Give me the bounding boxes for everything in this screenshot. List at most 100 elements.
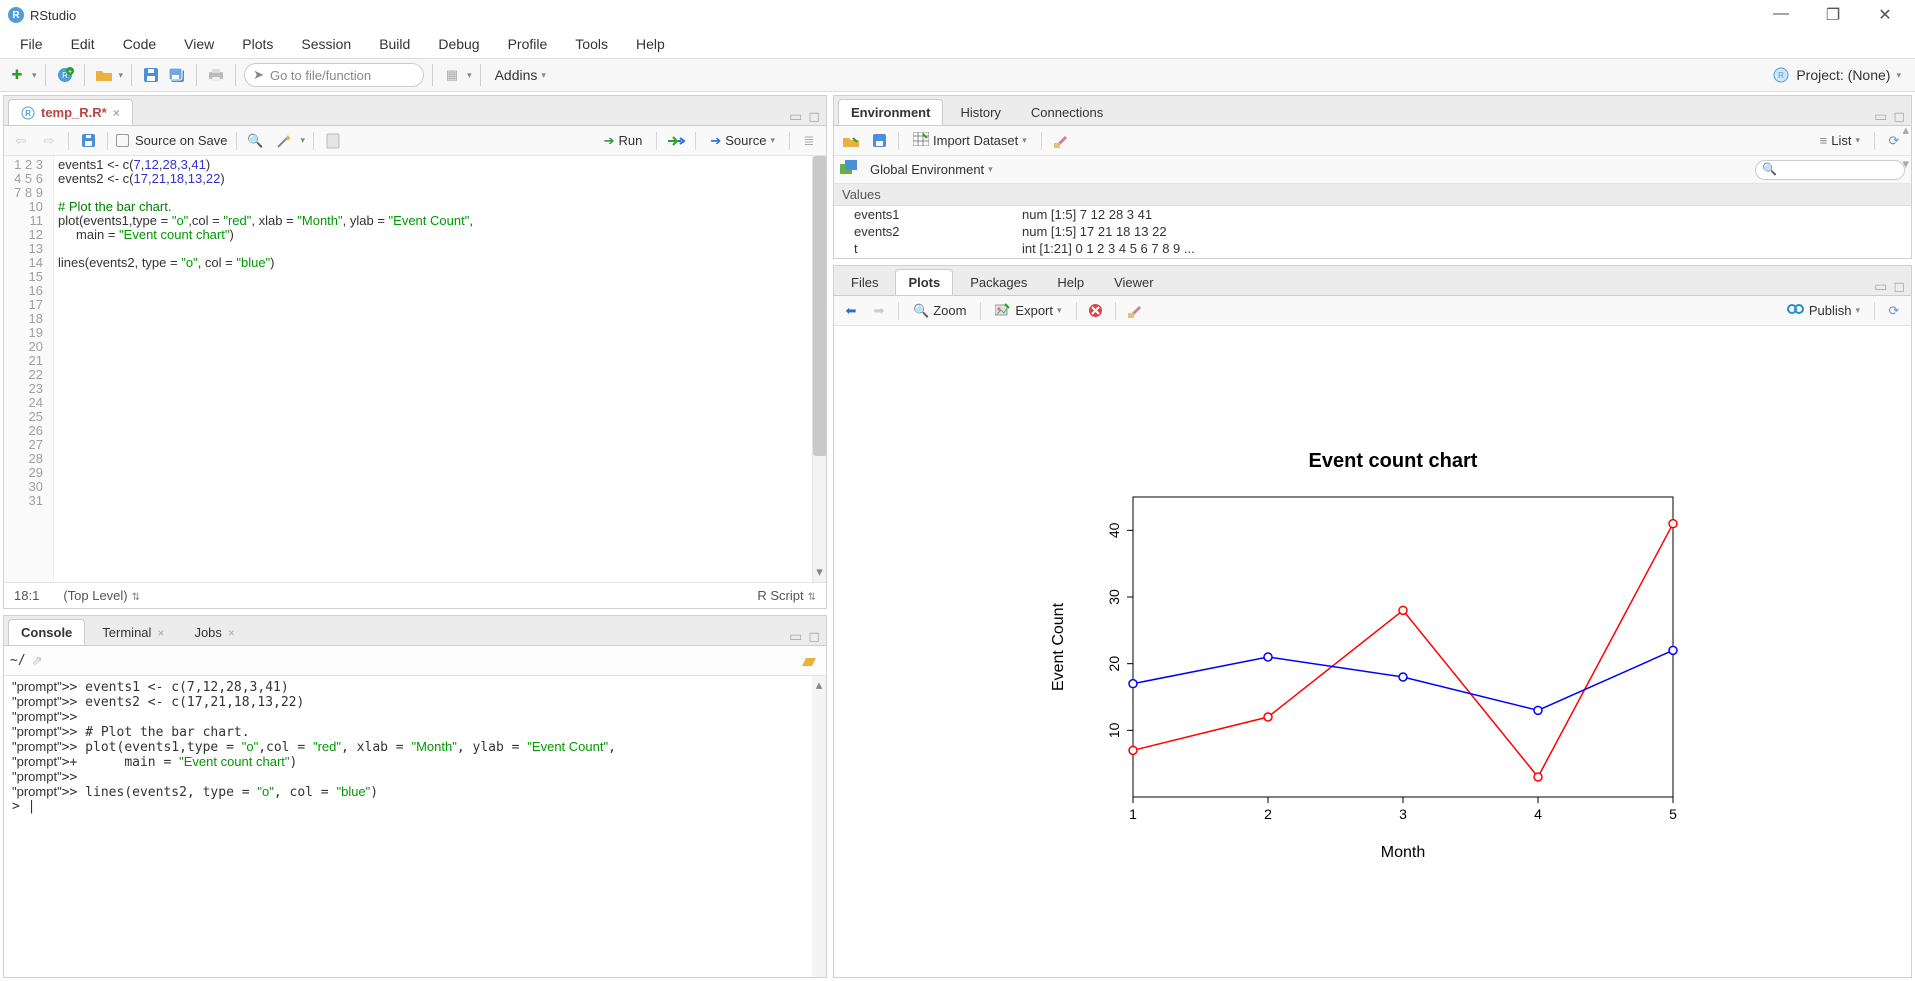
new-project-icon[interactable]: R+ — [54, 64, 76, 86]
cursor-position: 18:1 — [14, 588, 39, 603]
menu-plots[interactable]: Plots — [230, 32, 285, 56]
refresh-plot-icon[interactable]: ⟳ — [1883, 300, 1905, 322]
language-selector[interactable]: R Script⇅ — [757, 588, 816, 603]
menu-session[interactable]: Session — [289, 32, 363, 56]
env-search-input[interactable]: 🔍 — [1755, 160, 1905, 180]
svg-text:1: 1 — [1129, 806, 1137, 822]
back-icon[interactable]: ⇦ — [10, 130, 32, 152]
publish-button[interactable]: Publish ▾ — [1781, 300, 1866, 321]
env-row[interactable]: events2num [1:5] 17 21 18 13 22 — [834, 223, 1911, 240]
svg-text:4: 4 — [1534, 806, 1542, 822]
menu-help[interactable]: Help — [624, 32, 677, 56]
env-tab-connections[interactable]: Connections — [1018, 99, 1116, 125]
save-source-icon[interactable] — [77, 130, 99, 152]
env-row[interactable]: events1num [1:5] 7 12 28 3 41 — [834, 206, 1911, 223]
source-button[interactable]: ➔ Source ▾ — [704, 131, 781, 151]
source-label: Source — [725, 133, 766, 148]
open-file-icon[interactable] — [93, 64, 115, 86]
forward-icon[interactable]: ⇨ — [38, 130, 60, 152]
plot-canvas: Event count chart1020304012345MonthEvent… — [1043, 437, 1703, 867]
wand-icon[interactable] — [273, 130, 295, 152]
clear-console-icon[interactable] — [798, 650, 820, 672]
minimize-button[interactable]: — — [1767, 5, 1795, 25]
menu-code[interactable]: Code — [111, 32, 168, 56]
close-icon[interactable]: × — [157, 626, 164, 640]
r-file-icon: R — [21, 106, 35, 120]
run-label: Run — [619, 133, 643, 148]
next-plot-icon[interactable]: ➡ — [868, 300, 890, 322]
svg-text:Month: Month — [1380, 844, 1424, 861]
menu-view[interactable]: View — [172, 32, 226, 56]
addins-dropdown[interactable]: Addins ▾ — [489, 67, 552, 83]
maximize-pane-icon[interactable]: ◻ — [808, 628, 820, 645]
env-section-header: Values — [834, 184, 1911, 206]
close-button[interactable]: ✕ — [1871, 5, 1899, 25]
zoom-button[interactable]: 🔍 Zoom — [907, 301, 972, 321]
minimize-pane-icon[interactable]: ▭ — [1874, 108, 1887, 125]
menu-build[interactable]: Build — [367, 32, 422, 56]
menu-debug[interactable]: Debug — [426, 32, 491, 56]
source-on-save-checkbox[interactable] — [116, 134, 129, 147]
minimize-pane-icon[interactable]: ▭ — [789, 628, 802, 645]
goto-file-input[interactable]: ➤ Go to file/function — [244, 63, 424, 87]
console-tab-jobs[interactable]: Jobs× — [181, 619, 247, 645]
menu-file[interactable]: File — [8, 32, 55, 56]
maximize-pane-icon[interactable]: ◻ — [1893, 278, 1905, 295]
plots-tab-plots[interactable]: Plots — [895, 269, 953, 295]
env-scope-dropdown[interactable]: Global Environment ▾ — [864, 160, 999, 179]
clear-env-icon[interactable] — [1050, 130, 1072, 152]
close-icon[interactable]: × — [228, 626, 235, 640]
maximize-button[interactable]: ❐ — [1819, 5, 1847, 25]
line-gutter: 1 2 3 4 5 6 7 8 9 10 11 12 13 14 15 16 1… — [4, 156, 54, 582]
source-tab[interactable]: R temp_R.R* × — [8, 99, 133, 125]
find-icon[interactable]: 🔍 — [245, 130, 267, 152]
save-all-icon[interactable] — [166, 64, 188, 86]
export-button[interactable]: Export ▾ — [989, 300, 1067, 321]
run-button[interactable]: ➔ Run — [598, 131, 649, 151]
import-dataset-button[interactable]: Import Dataset ▾ — [907, 130, 1033, 151]
source-arrow-icon: ➔ — [710, 133, 721, 149]
save-workspace-icon[interactable] — [868, 130, 890, 152]
prev-plot-icon[interactable]: ⬅ — [840, 300, 862, 322]
goto-placeholder: Go to file/function — [270, 68, 371, 83]
save-icon[interactable] — [140, 64, 162, 86]
new-file-icon[interactable]: ✚ — [6, 64, 28, 86]
load-workspace-icon[interactable] — [840, 130, 862, 152]
notebook-icon[interactable] — [322, 130, 344, 152]
close-tab-icon[interactable]: × — [113, 106, 120, 120]
outline-icon[interactable]: ≣ — [798, 130, 820, 152]
env-row[interactable]: tint [1:21] 0 1 2 3 4 5 6 7 8 9 ... — [834, 240, 1911, 257]
editor-scrollbar[interactable]: ▾ — [812, 156, 826, 582]
plots-tab-packages[interactable]: Packages — [957, 269, 1040, 295]
minimize-pane-icon[interactable]: ▭ — [789, 108, 802, 125]
svg-text:Event count chart: Event count chart — [1308, 450, 1477, 472]
plots-tab-viewer[interactable]: Viewer — [1101, 269, 1167, 295]
remove-plot-icon[interactable] — [1085, 300, 1107, 322]
minimize-pane-icon[interactable]: ▭ — [1874, 278, 1887, 295]
list-label: List — [1831, 133, 1851, 148]
print-icon[interactable] — [205, 64, 227, 86]
cwd-link-icon[interactable]: ⇗ — [32, 653, 43, 669]
env-tab-environment[interactable]: Environment — [838, 99, 943, 125]
list-view-button[interactable]: ≡ List ▾ — [1814, 131, 1866, 150]
menu-tools[interactable]: Tools — [563, 32, 620, 56]
console-tab-terminal[interactable]: Terminal× — [89, 619, 177, 645]
project-dropdown[interactable]: R Project: (None) ▾ — [1772, 66, 1909, 84]
code-editor[interactable]: events1 <- c(7,12,28,3,41) events2 <- c(… — [54, 156, 812, 582]
grid-icon[interactable]: ▦ — [441, 64, 463, 86]
environment-list: Values events1num [1:5] 7 12 28 3 41even… — [834, 184, 1911, 258]
console-output[interactable]: "prompt">> events1 <- c(7,12,28,3,41) "p… — [4, 676, 826, 977]
env-tab-history[interactable]: History — [947, 99, 1013, 125]
rerun-icon[interactable] — [665, 130, 687, 152]
maximize-pane-icon[interactable]: ◻ — [808, 108, 820, 125]
console-scrollbar[interactable]: ▴ — [812, 676, 826, 977]
plots-tab-files[interactable]: Files — [838, 269, 891, 295]
menu-profile[interactable]: Profile — [496, 32, 560, 56]
scope-selector[interactable]: (Top Level)⇅ — [63, 588, 140, 603]
svg-text:R: R — [1778, 71, 1784, 80]
svg-text:+: + — [67, 69, 71, 76]
console-tab-console[interactable]: Console — [8, 619, 85, 645]
plots-tab-help[interactable]: Help — [1044, 269, 1097, 295]
menu-edit[interactable]: Edit — [59, 32, 107, 56]
clear-plots-icon[interactable] — [1124, 300, 1146, 322]
